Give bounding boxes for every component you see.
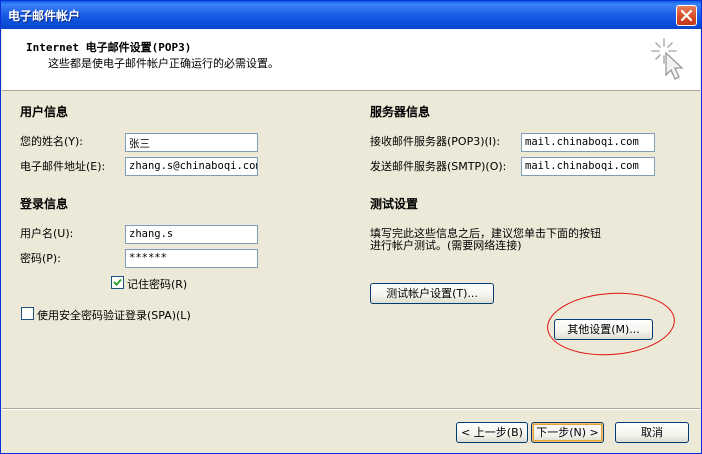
outgoing-server-label: 发送邮件服务器(SMTP)(O):: [370, 160, 507, 173]
password-input[interactable]: ******: [125, 249, 258, 268]
outgoing-server-input[interactable]: mail.chinaboqi.com: [521, 157, 655, 176]
window-title: 电子邮件帐户: [8, 9, 81, 23]
name-input[interactable]: 张三: [125, 133, 258, 152]
checkmark-icon: [113, 278, 122, 287]
password-label: 密码(P):: [20, 252, 61, 265]
header-subtitle: 这些都是使电子邮件帐户正确运行的必需设置。: [48, 57, 279, 70]
test-account-button[interactable]: 测试帐户设置(T)...: [370, 283, 494, 304]
login-info-heading: 登录信息: [20, 197, 69, 211]
server-info-heading: 服务器信息: [370, 105, 431, 119]
red-highlight-circle: [544, 288, 678, 360]
close-icon: [681, 10, 692, 21]
username-label: 用户名(U):: [20, 227, 74, 240]
cancel-button[interactable]: 取消: [615, 422, 689, 443]
user-info-heading: 用户信息: [20, 105, 69, 119]
title-bar[interactable]: 电子邮件帐户: [1, 1, 701, 29]
close-button[interactable]: [676, 5, 697, 26]
back-button[interactable]: < 上一步(B): [456, 422, 528, 443]
footer-divider: [2, 408, 700, 410]
dialog-window: 电子邮件帐户 Internet 电子邮件设置(POP3) 这些都是使电子邮件帐户…: [0, 0, 702, 454]
wizard-cursor-icon: [651, 38, 684, 80]
test-settings-heading: 测试设置: [370, 197, 419, 211]
username-input[interactable]: zhang.s: [125, 225, 258, 244]
remember-password-label[interactable]: 记住密码(R): [127, 276, 187, 292]
incoming-server-input[interactable]: mail.chinaboqi.com: [521, 133, 655, 152]
spa-checkbox[interactable]: [21, 307, 34, 320]
header-title: Internet 电子邮件设置(POP3): [26, 41, 192, 54]
remember-password-checkbox[interactable]: [111, 276, 124, 289]
email-label: 电子邮件地址(E):: [20, 160, 106, 173]
test-description-line2: 进行帐户测试。(需要网络连接): [370, 239, 522, 252]
wizard-header: Internet 电子邮件设置(POP3) 这些都是使电子邮件帐户正确运行的必需…: [2, 29, 700, 91]
next-button[interactable]: 下一步(N) >: [531, 422, 604, 443]
incoming-server-label: 接收邮件服务器(POP3)(I):: [370, 135, 501, 148]
name-label: 您的姓名(Y):: [20, 135, 84, 148]
spa-label[interactable]: 使用安全密码验证登录(SPA)(L): [37, 307, 191, 323]
email-input[interactable]: zhang.s@chinaboqi.com: [125, 157, 258, 176]
